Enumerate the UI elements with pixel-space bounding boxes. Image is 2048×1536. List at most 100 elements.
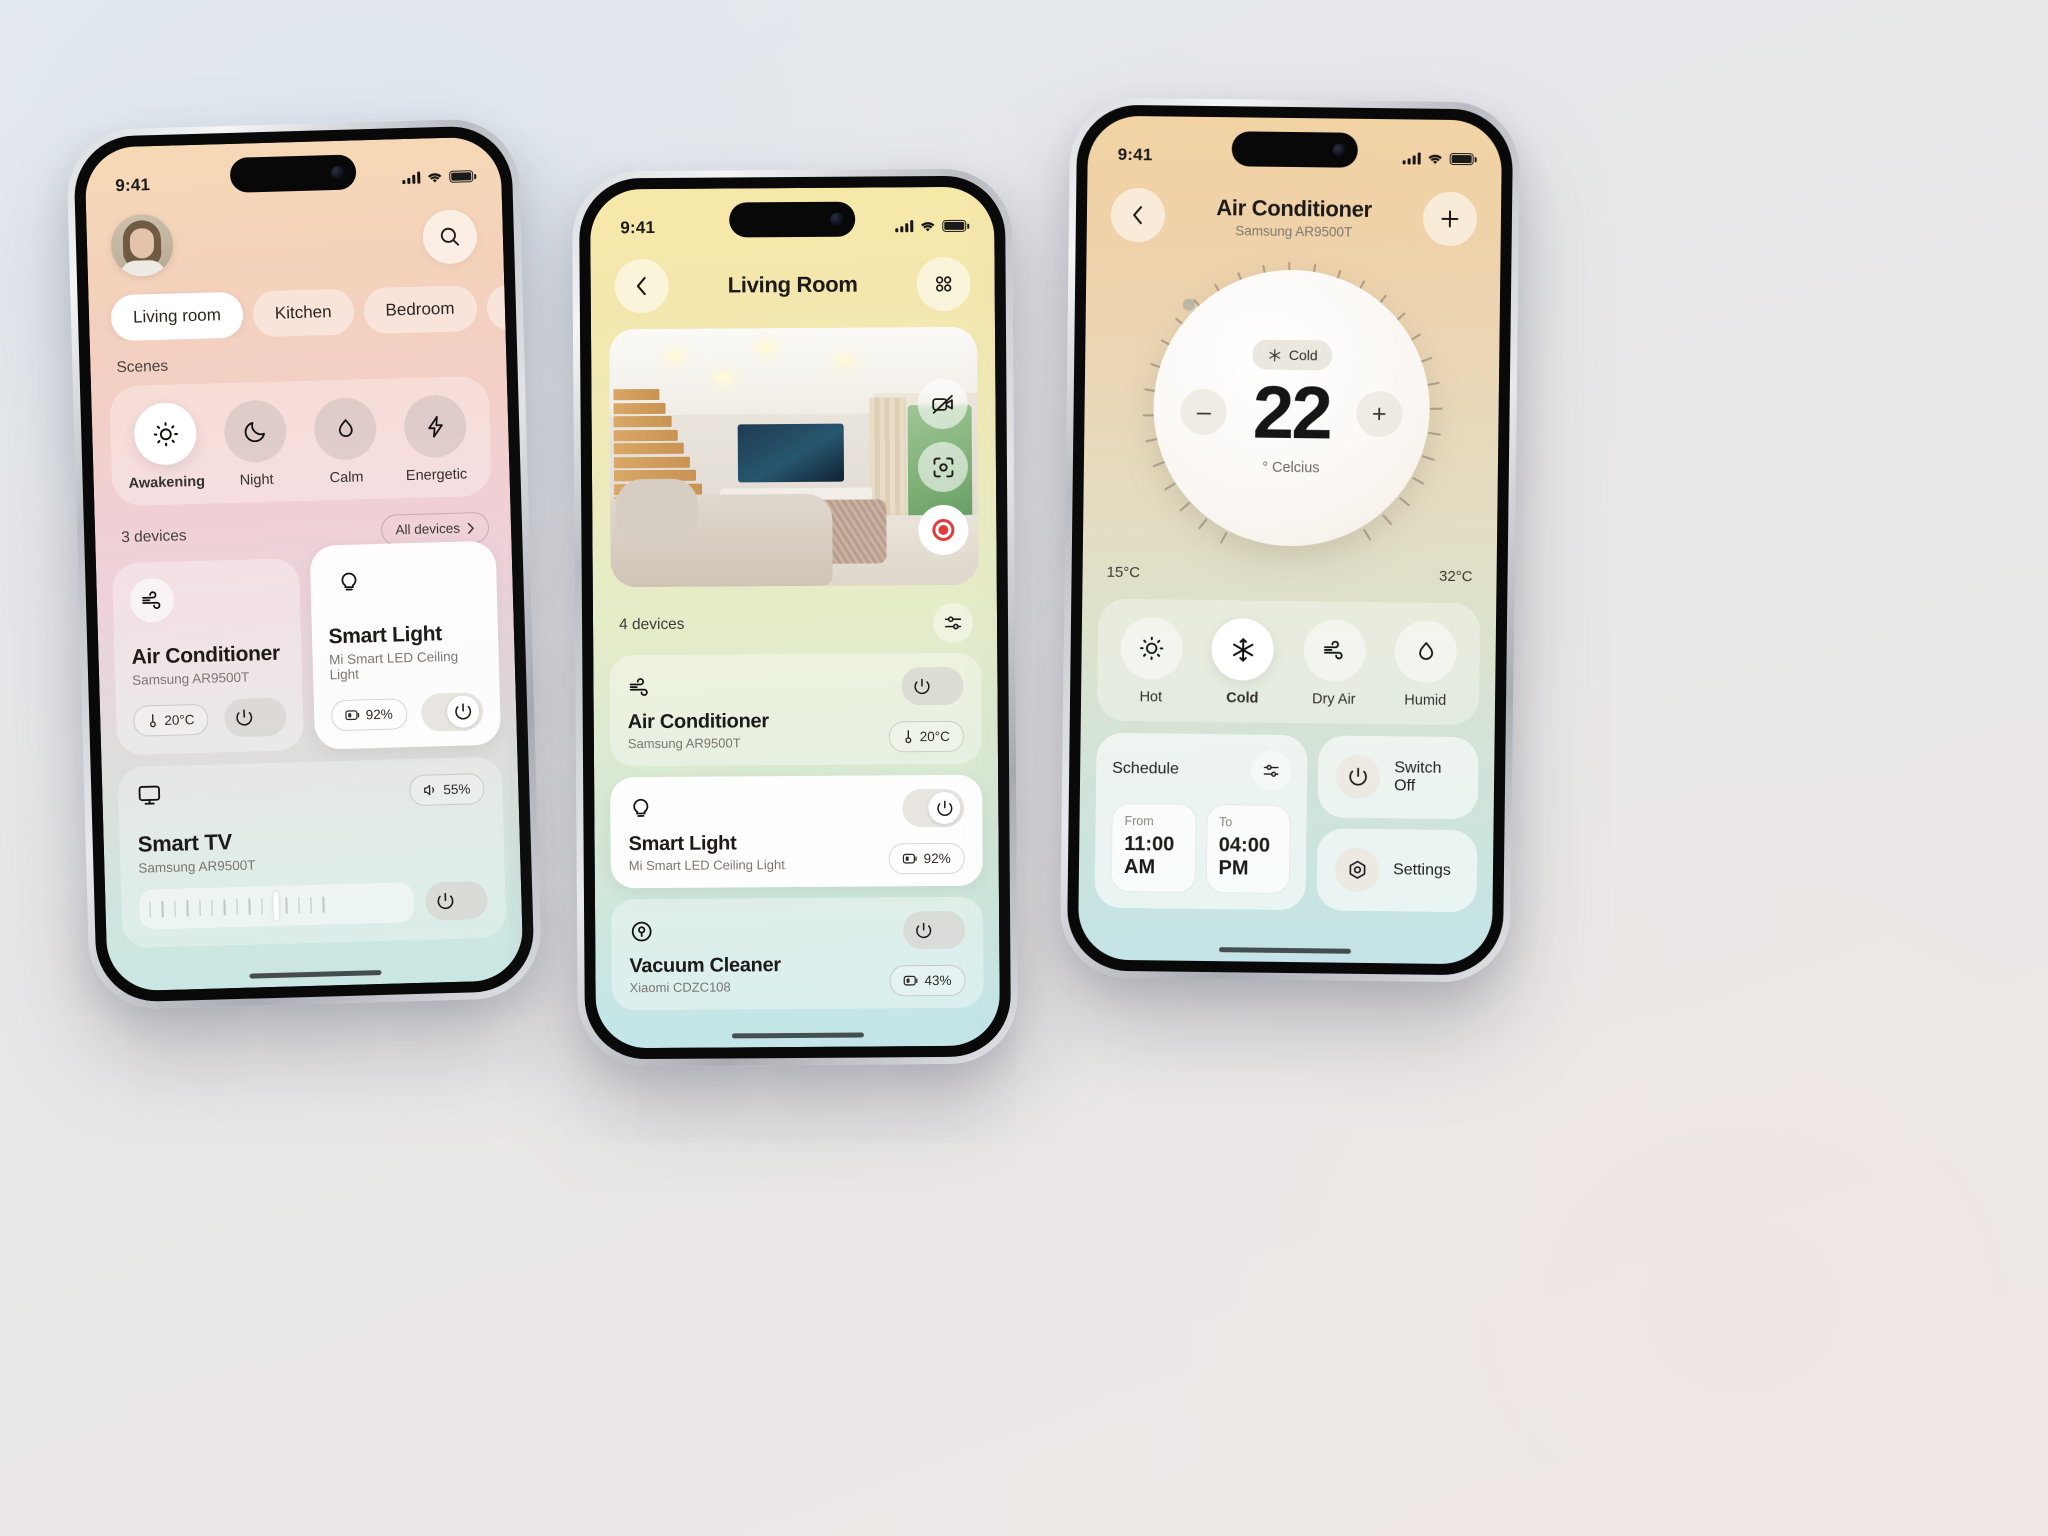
- wifi-icon: [1428, 154, 1442, 164]
- battery-chip: 43%: [889, 964, 966, 997]
- temp-min-label: 15°C: [1106, 563, 1141, 582]
- battery-level-icon: [902, 853, 917, 864]
- schedule-card[interactable]: Schedule From 11:00 AM To 04:00 PM: [1094, 732, 1308, 911]
- schedule-label: Schedule: [1112, 759, 1180, 778]
- sun-icon: [133, 401, 198, 466]
- grid-view-button[interactable]: [916, 256, 971, 312]
- power-icon: [907, 914, 939, 946]
- mode-cold[interactable]: Cold: [1203, 618, 1282, 707]
- device-card-air-conditioner[interactable]: Air Conditioner Samsung AR9500T 20°C: [111, 558, 304, 756]
- search-button[interactable]: [422, 209, 478, 265]
- devices-count: 3 devices: [120, 526, 187, 546]
- focus-button[interactable]: [917, 441, 969, 493]
- device-row-vacuum-cleaner[interactable]: Vacuum Cleaner Xiaomi CDZC108 43%: [610, 896, 984, 1011]
- to-value: 04:00 PM: [1218, 834, 1271, 880]
- schedule-to[interactable]: To 04:00 PM: [1205, 803, 1291, 895]
- mode-humid[interactable]: Humid: [1386, 620, 1465, 709]
- schedule-from[interactable]: From 11:00 AM: [1110, 802, 1197, 893]
- room-tabs[interactable]: Living room Kitchen Bedroom B: [88, 266, 506, 342]
- temperature-value: 22: [1252, 370, 1331, 455]
- camera-toggle-button[interactable]: [917, 378, 968, 430]
- schedule-settings-button[interactable]: [1251, 750, 1292, 792]
- mode-hot[interactable]: Hot: [1112, 616, 1191, 706]
- phone1-screen: 9:41 Living room Kitchen Bedroom Scenes …: [84, 136, 524, 992]
- phone3-screen: 9:41 Air Conditioner Samsung AR9500T Col…: [1077, 115, 1503, 965]
- power-toggle[interactable]: [902, 788, 965, 828]
- decrease-temp-button[interactable]: –: [1180, 388, 1228, 436]
- device-row-smart-light[interactable]: Smart Light Mi Smart LED Ceiling Light 9…: [610, 774, 983, 889]
- power-toggle[interactable]: [901, 666, 964, 706]
- battery-chip: 92%: [888, 842, 965, 875]
- camera-controls: [917, 378, 969, 556]
- devices-count: 4 devices: [618, 615, 685, 634]
- plus-icon: [1441, 210, 1459, 228]
- switch-off-button[interactable]: Switch Off: [1317, 735, 1479, 820]
- device-grid: Air Conditioner Samsung AR9500T 20°C Sma…: [96, 540, 517, 756]
- device-row-air-conditioner[interactable]: Air Conditioner Samsung AR9500T 20°C: [609, 652, 983, 767]
- thermometer-icon: [905, 730, 912, 744]
- scene-night[interactable]: Night: [216, 399, 294, 489]
- room-tab-living-room[interactable]: Living room: [110, 291, 244, 342]
- mode-label: Humid: [1404, 692, 1447, 709]
- room-header: Living Room: [590, 249, 994, 314]
- record-button[interactable]: [918, 504, 969, 556]
- mode-selector: Hot Cold Dry Air Humid: [1096, 598, 1481, 726]
- devices-header: 4 devices: [593, 585, 997, 656]
- battery-icon: [1449, 152, 1474, 166]
- mode-dry-air[interactable]: Dry Air: [1295, 619, 1374, 708]
- avatar[interactable]: [110, 213, 174, 278]
- room-tab-kitchen[interactable]: Kitchen: [252, 288, 355, 338]
- brightness-slider[interactable]: [139, 882, 415, 930]
- power-toggle[interactable]: [223, 697, 287, 738]
- volume-icon: [424, 784, 434, 796]
- room-tab-partial[interactable]: B: [485, 283, 506, 331]
- settings-button[interactable]: Settings: [1316, 828, 1478, 913]
- power-toggle[interactable]: [424, 881, 488, 921]
- action-buttons: Switch Off Settings: [1316, 735, 1479, 913]
- wind-icon: [129, 577, 175, 623]
- camera-feed[interactable]: [608, 326, 979, 588]
- slider-thumb[interactable]: [273, 891, 280, 920]
- bulb-icon: [628, 791, 664, 827]
- device-card-smart-light[interactable]: Smart Light Mi Smart LED Ceiling Light 9…: [308, 540, 502, 750]
- thermostat-dial[interactable]: Cold – 22 + ° Celcius: [1125, 260, 1459, 564]
- search-icon: [440, 227, 460, 246]
- scene-calm[interactable]: Calm: [306, 396, 384, 487]
- volume-chip: 55%: [408, 773, 485, 807]
- scene-label: Night: [239, 471, 274, 489]
- cellular-bars-icon: [1402, 152, 1421, 165]
- power-icon: [227, 701, 260, 734]
- add-button[interactable]: [1422, 191, 1478, 247]
- device-card-smart-tv[interactable]: 55% Smart TV Samsung AR9500T: [117, 756, 507, 949]
- lightning-icon: [403, 394, 468, 459]
- power-icon: [1335, 754, 1381, 800]
- wifi-icon: [428, 172, 442, 182]
- current-mode-badge: Cold: [1251, 339, 1333, 371]
- power-toggle[interactable]: [420, 692, 484, 732]
- device-name: Air Conditioner: [131, 641, 281, 669]
- filter-button[interactable]: [932, 602, 974, 644]
- back-button[interactable]: [1110, 187, 1166, 243]
- room-tab-bedroom[interactable]: Bedroom: [362, 285, 478, 335]
- battery-chip: 92%: [330, 697, 408, 731]
- power-toggle[interactable]: [903, 910, 966, 950]
- dial-handle[interactable]: [1182, 298, 1195, 311]
- detail-header: Air Conditioner Samsung AR9500T: [1087, 177, 1502, 247]
- back-button[interactable]: [614, 258, 669, 314]
- home-screen-content: Living room Kitchen Bedroom B Scenes Awa…: [84, 136, 524, 992]
- power-icon: [446, 695, 480, 729]
- scene-awakening[interactable]: Awakening: [126, 401, 206, 492]
- power-icon: [905, 670, 937, 702]
- device-model: Mi Smart LED Ceiling Light: [328, 648, 459, 683]
- scene-energetic[interactable]: Energetic: [396, 394, 474, 484]
- temp-max-label: 32°C: [1438, 567, 1473, 586]
- sun-icon: [1120, 616, 1183, 680]
- moon-icon: [223, 399, 288, 464]
- action-label: Settings: [1392, 861, 1451, 879]
- increase-temp-button[interactable]: +: [1355, 390, 1403, 438]
- battery-icon: [942, 219, 967, 232]
- scene-label: Awakening: [128, 473, 206, 492]
- power-icon: [429, 885, 462, 918]
- battery-level-icon: [903, 975, 918, 986]
- home-indicator: [731, 1032, 864, 1039]
